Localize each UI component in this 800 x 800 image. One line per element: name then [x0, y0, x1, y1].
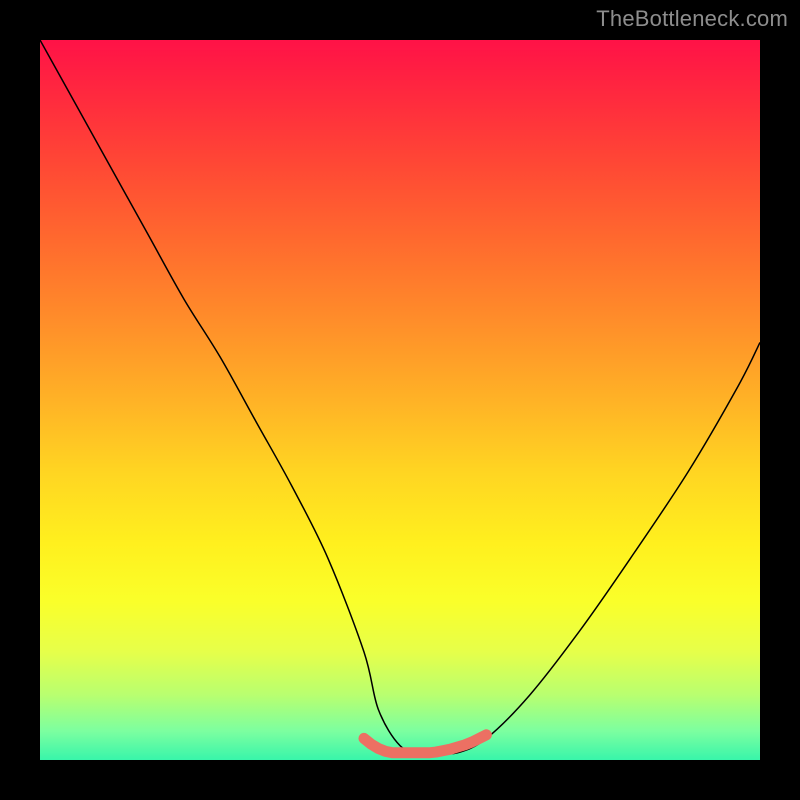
watermark-text: TheBottleneck.com [596, 6, 788, 32]
chart-frame: TheBottleneck.com [0, 0, 800, 800]
plot-area [40, 40, 760, 760]
curve-layer [40, 40, 760, 760]
series-black-curve [40, 40, 760, 754]
